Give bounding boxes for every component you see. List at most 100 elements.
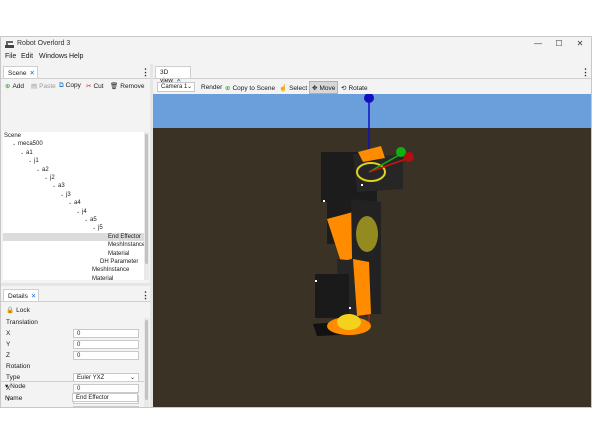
- scene-tree[interactable]: Scene ⌄ meca500 ⌄ a1 ⌄ j1 ⌄ a2 ⌄ j2 ⌄ a3 ⌄ j3 ⌄ a4 ⌄ j4 ⌄ a5…: [3, 132, 144, 280]
- tab-details-label: Details: [8, 293, 28, 300]
- horizontal-splitter[interactable]: [1, 283, 150, 286]
- rotation-z-label: Z: [6, 407, 10, 408]
- move-tool-button[interactable]: ✥ Move: [309, 81, 339, 94]
- paste-button[interactable]: ▤ Paste: [31, 82, 56, 90]
- robot-app-icon: [5, 41, 14, 48]
- tree-item-label: Material: [92, 275, 114, 280]
- tree-item-label: a5: [90, 217, 97, 223]
- minimize-button[interactable]: —: [531, 39, 545, 48]
- tree-item-content: Material: [108, 250, 129, 258]
- tree-item[interactable]: ⌄ a1: [3, 149, 144, 157]
- tab-scene[interactable]: Scene ✕: [3, 66, 38, 78]
- tree-item[interactable]: Scene: [3, 132, 144, 140]
- select-label: Select: [289, 85, 308, 92]
- tree-item-label: Scene: [4, 133, 22, 139]
- maximize-button[interactable]: ☐: [552, 39, 566, 48]
- chevron-down-icon: ⌄: [186, 84, 192, 90]
- move-label: Move: [319, 85, 336, 92]
- rotate-tool-button[interactable]: ⟲ Rotate: [341, 84, 368, 92]
- rotation-type-label: Type: [6, 374, 21, 381]
- tree-item[interactable]: ⌄ j3: [3, 191, 144, 199]
- scene-more-icon[interactable]: ⋮: [141, 68, 150, 77]
- copy-to-scene-button[interactable]: ⊕ Copy to Scene: [225, 84, 275, 92]
- tree-item-content: ⌄ a4: [68, 199, 81, 207]
- scrollbar-thumb[interactable]: [145, 320, 148, 400]
- paste-label: Paste: [39, 83, 56, 90]
- tree-item-label: meca500: [18, 141, 43, 148]
- tree-item[interactable]: Material: [3, 250, 144, 258]
- copy-to-scene-label: Copy to Scene: [232, 85, 276, 92]
- tree-item[interactable]: ⌄ a5: [3, 216, 144, 224]
- translation-x-input[interactable]: 0: [73, 329, 139, 338]
- tab-details[interactable]: Details ✕: [3, 289, 39, 301]
- copy-button[interactable]: ⧉ Copy: [59, 82, 81, 90]
- render-label: Render: [201, 84, 223, 91]
- move-arrows-icon: ✥: [312, 85, 318, 92]
- tree-item-content: ⌄ meca500: [12, 140, 43, 148]
- tree-item[interactable]: End Effector: [3, 232, 144, 241]
- add-icon: ⊕: [5, 83, 11, 90]
- details-more-icon[interactable]: ⋮: [141, 291, 150, 300]
- tree-item[interactable]: ⌄ j5: [3, 224, 144, 232]
- details-scrollbar[interactable]: [144, 318, 149, 407]
- tree-item[interactable]: ⌄ a2: [3, 166, 144, 174]
- tree-item-content: ⌄ a3: [52, 182, 65, 190]
- tree-item-label: a3: [58, 183, 65, 190]
- tree-item[interactable]: Material: [3, 275, 144, 280]
- title-bar[interactable]: Robot Overlord 3 — ☐ ✕: [1, 37, 591, 51]
- tree-item-content: ⌄ j1: [28, 157, 39, 165]
- translation-z-label: Z: [6, 352, 10, 359]
- trash-icon: 🗑: [110, 83, 119, 90]
- add-button[interactable]: ⊕ Add: [5, 82, 24, 90]
- menu-file[interactable]: File: [5, 53, 16, 60]
- 3d-viewport[interactable]: [153, 94, 591, 407]
- rotation-x-input[interactable]: 0: [73, 384, 139, 393]
- tree-item[interactable]: MeshInstance: [3, 241, 144, 249]
- pointer-icon: ☝: [279, 85, 288, 92]
- tree-item-content: ⌄ a1: [20, 149, 33, 157]
- tree-item[interactable]: ⌄ j2: [3, 174, 144, 182]
- menu-edit[interactable]: Edit: [21, 53, 33, 60]
- menu-help[interactable]: Help: [69, 53, 83, 60]
- tree-item[interactable]: ⌄ j4: [3, 208, 144, 216]
- rotation-z-input[interactable]: 0: [73, 406, 139, 407]
- add-icon: ⊕: [225, 85, 231, 92]
- tree-item[interactable]: ⌄ j1: [3, 157, 144, 165]
- tree-item[interactable]: ⌄ meca500: [3, 140, 144, 148]
- tree-item-content: ⌄ j5: [92, 224, 103, 232]
- tree-item[interactable]: ⌄ a3: [3, 182, 144, 190]
- tree-item-label: j3: [66, 191, 71, 198]
- lock-icon: 🔒: [6, 307, 15, 314]
- tree-item-label: MeshInstance: [92, 267, 130, 274]
- tree-item[interactable]: DH Parameter: [3, 258, 144, 266]
- translation-y-input[interactable]: 0: [73, 340, 139, 349]
- select-tool-button[interactable]: ☝ Select: [279, 84, 307, 92]
- node-name-label: Name: [5, 395, 23, 402]
- scene-tree-scrollbar[interactable]: [144, 132, 149, 280]
- translation-z-input[interactable]: 0: [73, 351, 139, 360]
- node-name-input[interactable]: End Effector: [72, 393, 138, 402]
- menu-windows[interactable]: Windows: [39, 53, 67, 60]
- translation-x-label: X: [6, 330, 11, 337]
- tree-item[interactable]: MeshInstance: [3, 266, 144, 274]
- add-label: Add: [12, 83, 25, 90]
- tree-item-label: End Effector: [108, 233, 141, 240]
- cut-button[interactable]: ✂ Cut: [86, 82, 104, 90]
- close-button[interactable]: ✕: [573, 39, 587, 48]
- close-icon[interactable]: ✕: [31, 293, 36, 300]
- menu-bar: File Edit Windows Help: [1, 52, 591, 63]
- close-icon[interactable]: ✕: [29, 70, 34, 77]
- scrollbar-thumb[interactable]: [145, 134, 148, 264]
- tree-item[interactable]: ⌄ a4: [3, 199, 144, 207]
- render-button[interactable]: Render: [201, 84, 222, 91]
- rotate-icon: ⟲: [341, 85, 347, 92]
- camera-select-value: Camera 1: [161, 84, 188, 90]
- view-more-icon[interactable]: ⋮: [581, 68, 590, 77]
- lock-button[interactable]: 🔒 Lock: [6, 306, 30, 314]
- remove-button[interactable]: 🗑 Remove: [110, 82, 144, 90]
- tab-3d-view[interactable]: 3D view ✕: [155, 66, 191, 84]
- node-heading: ▾ Node: [5, 382, 26, 390]
- app-window: Robot Overlord 3 — ☐ ✕ File Edit Windows…: [0, 36, 592, 408]
- tree-item-label: a2: [42, 166, 49, 173]
- camera-select[interactable]: Camera 1 ⌄: [157, 82, 195, 92]
